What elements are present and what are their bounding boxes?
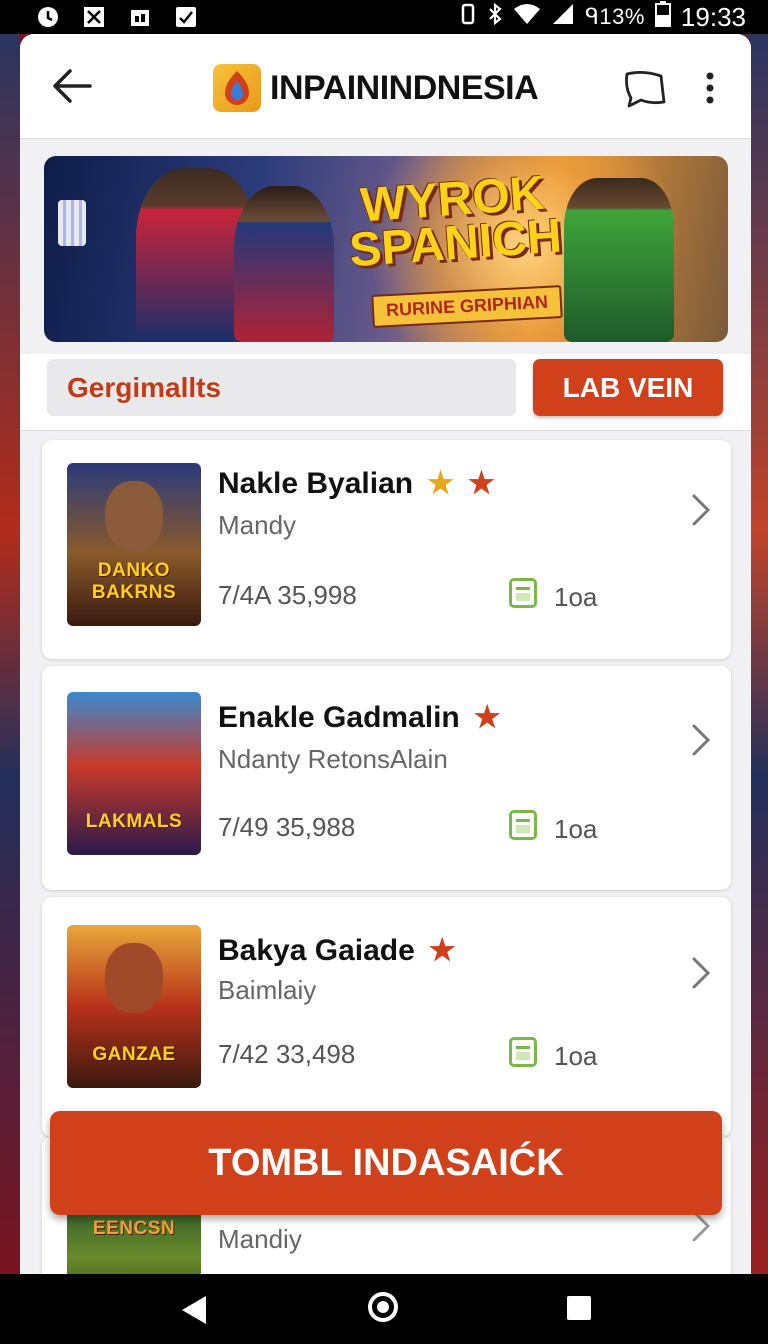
status-right-icons: ᑫ13% 19:33 [459,1,746,33]
background-edge-left [0,34,20,1274]
nav-back-icon[interactable] [178,1294,208,1331]
app-screen: INPAININDNESIA WYROK SPANICH RURINE GRIP… [20,34,751,1274]
search-row: Gergimallts LAB VEIN [20,354,751,431]
item-thumbnail: GANZAE [67,925,201,1088]
item-title: Nakle Byalian [218,466,414,500]
nav-recents-icon[interactable] [567,1296,591,1320]
check-box-icon [174,5,198,29]
item-subtitle: Mandy [218,510,297,540]
item-thumbnail: DANKO BAKRNS [67,463,201,626]
star-icon: ★ [468,467,495,500]
item-title-row: Enakle Gadmalin ★ [218,700,501,735]
star-icon: ★ [427,467,455,500]
item-meta: 7/49 35,988 [218,812,356,842]
item-meta: 7/42 33,498 [218,1039,356,1069]
item-title: Enakle Gadmalin [218,700,460,734]
status-bar: ᑫ13% 19:33 [0,0,768,34]
battery-percent: ᑫ13% [585,4,645,29]
back-arrow-icon[interactable] [50,66,94,106]
promo-banner[interactable]: WYROK SPANICH RURINE GRIPHIAN [44,156,728,342]
banner-player-3 [564,178,674,342]
x-box-icon [82,5,106,29]
calendar-icon [509,578,537,608]
banner-title: WYROK SPANICH [347,166,564,278]
status-left-icons [36,5,198,29]
chevron-right-icon[interactable] [690,492,712,528]
vibrate-icon [459,2,477,32]
item-meta: 7/4A 35,998 [218,580,357,610]
stadium-lights [58,200,86,246]
item-subtitle: Mandiy [218,1224,302,1254]
battery-icon [654,1,671,33]
banner-player-2 [234,186,334,342]
nav-home-icon[interactable] [368,1292,398,1322]
star-icon: ★ [473,701,501,734]
search-input[interactable]: Gergimallts [47,359,516,416]
thumbnail-face [105,943,163,1013]
item-title-row: Nakle Byalian ★ ★ [218,466,495,501]
item-title: Bakya Gaiade [218,933,415,967]
calendar-icon [509,810,537,840]
thumbnail-title: LAKMALS [85,811,183,832]
lab-vein-button[interactable]: LAB VEIN [533,359,723,416]
list-item[interactable]: DANKO BAKRNS Nakle Byalian ★ ★ Mandy 7/4… [42,440,731,659]
signal-icon [551,3,575,31]
system-nav-bar [0,1274,768,1344]
background-edge-right [750,34,768,1274]
notification-icon [128,5,152,29]
primary-cta-button[interactable]: TOMBL INDASAIĆK [50,1111,722,1215]
item-thumbnail: LAKMALS [67,692,201,855]
item-count: 1oa [554,1041,598,1071]
app-title: INPAININDNESIA [270,69,539,107]
item-count: 1oa [554,814,598,844]
calendar-icon [509,1037,537,1067]
chevron-right-icon[interactable] [690,722,712,758]
thumbnail-title: EENCSN [92,1218,176,1239]
item-subtitle: Baimlaiy [218,975,317,1005]
clock-icon [36,5,60,29]
list-item[interactable]: LAKMALS Enakle Gadmalin ★ Ndanty RetonsA… [42,666,731,890]
wifi-icon [513,3,541,31]
chevron-right-icon[interactable] [690,955,712,991]
thumbnail-title: DANKO BAKRNS [91,560,177,603]
thumbnail-face [105,481,163,551]
app-bar: INPAININDNESIA [20,34,751,139]
item-title-row: Bakya Gaiade ★ [218,933,456,968]
bluetooth-icon [487,2,503,32]
thumbnail-title: GANZAE [92,1044,176,1065]
item-subtitle: Ndanty RetonsAlain [218,744,448,774]
star-icon: ★ [428,934,456,967]
item-count: 1oa [554,582,598,612]
clock-time: 19:33 [680,1,746,32]
app-logo [213,64,261,112]
chat-bubble-icon[interactable] [621,68,667,110]
list-item[interactable]: GANZAE Bakya Gaiade ★ Baimlaiy 7/42 33,4… [42,897,731,1137]
more-vert-icon[interactable] [698,70,722,106]
